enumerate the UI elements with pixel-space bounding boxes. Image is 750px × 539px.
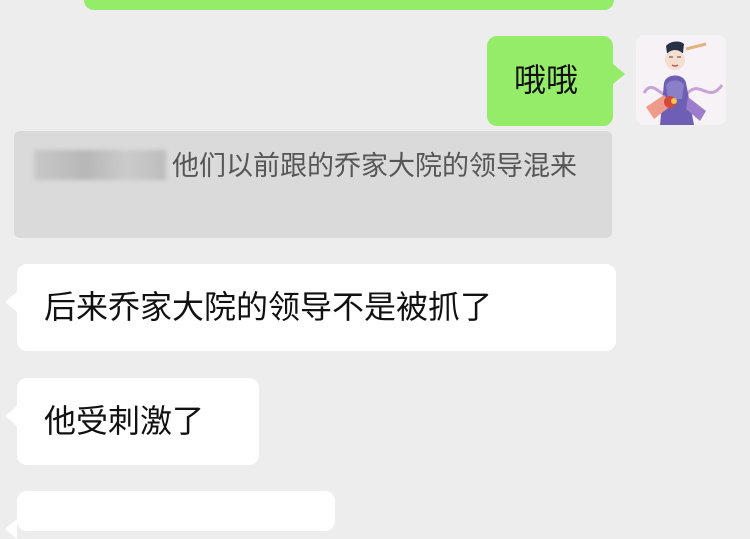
chat-thread: 哦哦 他们以前跟的乔家大院的领导混来 后来乔家大院的领导不是被抓了 他受刺激了 bbox=[0, 0, 750, 539]
quoted-message-text: 他们以前跟的乔家大院的领导混来 bbox=[172, 151, 577, 182]
blurred-name-redaction bbox=[34, 150, 166, 180]
incoming-message-bubble[interactable]: 他受刺激了 bbox=[5, 378, 259, 465]
incoming-message-text: 后来乔家大院的领导不是被抓了 bbox=[44, 288, 493, 326]
previous-outgoing-bubble[interactable] bbox=[84, 0, 614, 10]
quoted-message[interactable]: 他们以前跟的乔家大院的领导混来 bbox=[14, 131, 612, 238]
incoming-message-text: 他受刺激了 bbox=[44, 402, 205, 440]
robed-figure-avatar-icon bbox=[636, 35, 726, 125]
partial-incoming-bubble[interactable] bbox=[5, 491, 335, 539]
outgoing-message-bubble[interactable]: 哦哦 bbox=[487, 36, 625, 126]
incoming-message-bubble[interactable]: 后来乔家大院的领导不是被抓了 bbox=[5, 264, 616, 351]
outgoing-message-text: 哦哦 bbox=[514, 61, 579, 99]
user-avatar[interactable] bbox=[636, 35, 726, 125]
